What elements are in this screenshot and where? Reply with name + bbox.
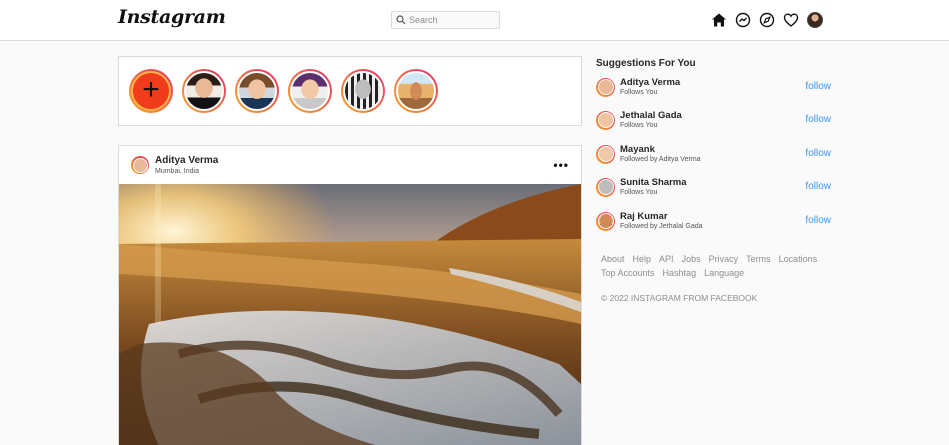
suggestion-name[interactable]: Aditya Verma xyxy=(620,77,680,88)
footer-link-jobs[interactable]: Jobs xyxy=(682,252,701,266)
suggestion-avatar[interactable] xyxy=(596,177,615,197)
suggestion-avatar[interactable] xyxy=(596,77,615,97)
footer-link-language[interactable]: Language xyxy=(704,266,744,280)
story-avatar[interactable] xyxy=(235,69,279,113)
story-avatar[interactable] xyxy=(341,69,385,113)
footer-link-terms[interactable]: Terms xyxy=(746,252,771,266)
story-avatar[interactable] xyxy=(288,69,332,113)
profile-avatar[interactable] xyxy=(807,12,823,28)
follow-button[interactable]: follow xyxy=(805,81,831,92)
heart-icon[interactable] xyxy=(783,12,799,28)
suggestion-item: Jethalal Gada Follows You follow xyxy=(596,108,831,132)
copyright-text: © 2022 INSTAGRAM FROM FACEBOOK xyxy=(601,293,758,303)
footer-link-privacy[interactable]: Privacy xyxy=(709,252,739,266)
suggestions-title: Suggestions For You xyxy=(596,58,696,69)
footer-link-top-accounts[interactable]: Top Accounts xyxy=(601,266,655,280)
suggestion-subtext: Followed by Jethalal Gada xyxy=(620,223,703,230)
plus-icon: + xyxy=(142,72,160,106)
footer-link-api[interactable]: API xyxy=(659,252,674,266)
suggestion-name[interactable]: Raj Kumar xyxy=(620,211,703,222)
story-avatar[interactable] xyxy=(394,69,438,113)
footer-link-hashtag[interactable]: Hashtag xyxy=(663,266,697,280)
follow-button[interactable]: follow xyxy=(805,215,831,226)
follow-button[interactable]: follow xyxy=(805,181,831,192)
story-avatar[interactable] xyxy=(182,69,226,113)
footer-link-help[interactable]: Help xyxy=(633,252,652,266)
search-icon xyxy=(396,15,406,25)
suggestion-item: Aditya Verma Follows You follow xyxy=(596,75,831,99)
follow-button[interactable]: follow xyxy=(805,148,831,159)
instagram-logo[interactable]: Instagram xyxy=(118,6,226,28)
post-image[interactable] xyxy=(119,184,581,445)
suggestion-subtext: Followed by Aditya Verma xyxy=(620,156,701,163)
suggestion-name[interactable]: Sunita Sharma xyxy=(620,177,687,188)
search-input[interactable] xyxy=(409,15,499,25)
explore-icon[interactable] xyxy=(759,12,775,28)
add-story-button[interactable]: + xyxy=(129,69,173,113)
suggestion-subtext: Follows You xyxy=(620,122,658,129)
search-box[interactable] xyxy=(391,11,500,29)
stories-bar: + xyxy=(118,56,582,126)
footer-links: About Help API Jobs Privacy Terms Locations To… xyxy=(601,252,841,280)
footer-link-locations[interactable]: Locations xyxy=(779,252,818,266)
footer-link-about[interactable]: About xyxy=(601,252,625,266)
post-username[interactable]: Aditya Verma xyxy=(155,155,218,167)
more-options-icon[interactable]: ••• xyxy=(553,158,569,172)
messenger-icon[interactable] xyxy=(735,12,751,28)
suggestion-subtext: Follows You xyxy=(620,189,658,196)
home-icon[interactable] xyxy=(711,12,727,28)
suggestion-name[interactable]: Jethalal Gada xyxy=(620,110,682,121)
post-author-avatar[interactable] xyxy=(131,156,149,174)
top-navbar: Instagram xyxy=(0,0,949,41)
follow-button[interactable]: follow xyxy=(805,114,831,125)
post-card: Aditya Verma Mumbai, India ••• xyxy=(118,145,582,445)
suggestion-item: Raj Kumar Followed by Jethalal Gada foll… xyxy=(596,209,831,233)
suggestion-avatar[interactable] xyxy=(596,211,615,231)
post-header: Aditya Verma Mumbai, India ••• xyxy=(119,146,581,184)
nav-icons xyxy=(711,12,823,28)
suggestion-item: Mayank Followed by Aditya Verma follow xyxy=(596,142,831,166)
suggestion-item: Sunita Sharma Follows You follow xyxy=(596,175,831,199)
suggestion-avatar[interactable] xyxy=(596,110,615,130)
suggestion-name[interactable]: Mayank xyxy=(620,144,701,155)
suggestion-avatar[interactable] xyxy=(596,144,615,164)
post-location[interactable]: Mumbai, India xyxy=(155,167,218,176)
suggestion-subtext: Follows You xyxy=(620,89,658,96)
